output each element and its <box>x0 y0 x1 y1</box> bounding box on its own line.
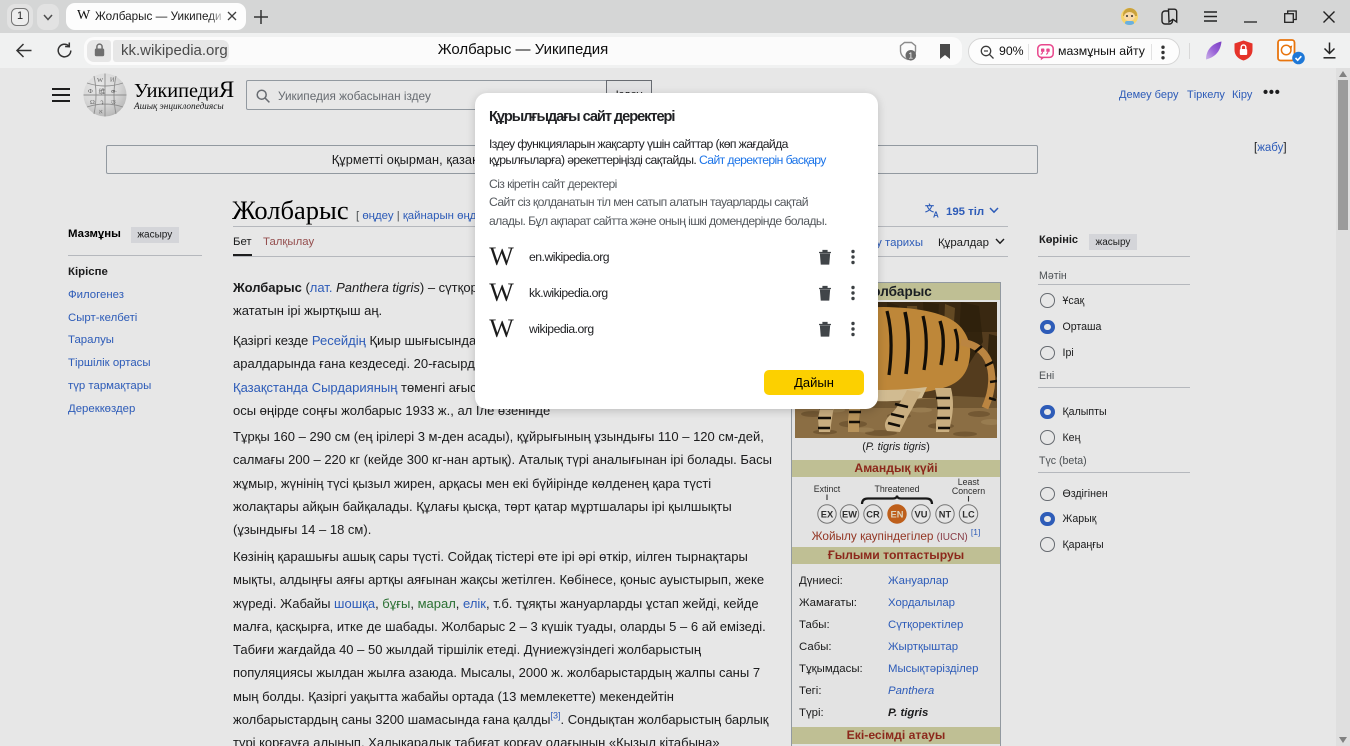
svg-text:维: 维 <box>99 87 106 96</box>
svg-text:EX: EX <box>821 509 834 519</box>
svg-text:1: 1 <box>908 50 913 60</box>
svg-text:И: И <box>110 78 115 84</box>
svg-text:EN: EN <box>891 509 904 519</box>
svg-text:ว: ว <box>100 100 104 107</box>
svg-text:A: A <box>933 211 939 219</box>
svg-text:CR: CR <box>866 509 880 519</box>
svg-text:EW: EW <box>842 509 857 519</box>
svg-text:Φ: Φ <box>88 88 93 95</box>
svg-text:Threatened: Threatened <box>875 484 920 494</box>
svg-text:Extinct: Extinct <box>814 484 841 494</box>
svg-text:VU: VU <box>915 509 928 519</box>
svg-text:W: W <box>97 77 104 84</box>
svg-text:Concern: Concern <box>952 486 985 496</box>
svg-text:NT: NT <box>939 509 952 519</box>
svg-text:ው: ው <box>111 89 117 95</box>
svg-text:א: א <box>99 110 103 116</box>
svg-text:Ω: Ω <box>90 99 95 106</box>
svg-text:LC: LC <box>962 509 975 519</box>
